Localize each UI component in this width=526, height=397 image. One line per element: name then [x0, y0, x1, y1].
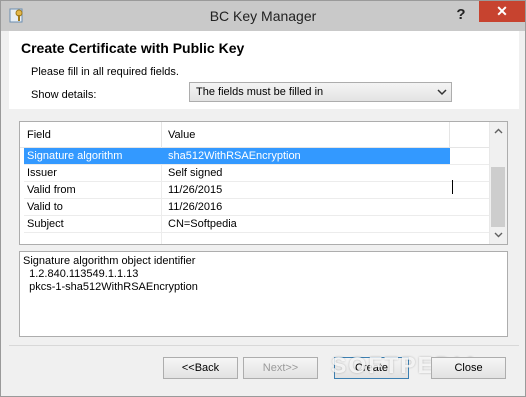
column-divider[interactable]	[161, 122, 162, 147]
row-field: Valid to	[27, 201, 63, 213]
table-row[interactable]: Valid from 11/26/2015	[24, 182, 450, 198]
help-button[interactable]: ?	[447, 5, 475, 25]
page-subtitle: Please fill in all required fields.	[31, 66, 179, 78]
scroll-up-icon[interactable]	[494, 127, 503, 136]
chevron-down-icon	[437, 89, 447, 96]
vertical-scrollbar[interactable]	[489, 122, 507, 244]
detail-line: Signature algorithm object identifier	[23, 255, 196, 267]
next-button[interactable]: Next>>	[243, 357, 318, 379]
row-field: Subject	[27, 218, 64, 230]
column-divider[interactable]	[449, 122, 450, 147]
table-row[interactable]: Valid to 11/26/2016	[24, 199, 450, 215]
close-button[interactable]: Close	[431, 357, 506, 379]
show-details-value: The fields must be filled in	[196, 86, 324, 98]
title-bar[interactable]: BC Key Manager ? ✕	[1, 1, 525, 31]
row-value: sha512WithRSAEncryption	[168, 150, 301, 162]
show-details-label: Show details:	[31, 89, 97, 101]
column-header-field[interactable]: Field	[27, 129, 51, 141]
wizard-header: Create Certificate with Public Key Pleas…	[9, 31, 519, 109]
row-divider	[24, 232, 490, 233]
table-row[interactable]: Signature algorithm sha512WithRSAEncrypt…	[24, 148, 450, 164]
row-value: 11/26/2015	[168, 184, 223, 196]
table-row[interactable]: Subject CN=Softpedia	[24, 216, 450, 232]
button-divider	[9, 345, 519, 346]
row-field: Valid from	[27, 184, 76, 196]
detail-line: pkcs-1-sha512WithRSAEncryption	[23, 281, 198, 293]
page-title: Create Certificate with Public Key	[21, 40, 245, 56]
table-row[interactable]: Issuer Self signed	[24, 165, 450, 181]
certificate-fields-table[interactable]: Field Value Signature algorithm sha512Wi…	[19, 121, 508, 245]
scrollbar-thumb[interactable]	[491, 167, 505, 227]
key-manager-window: BC Key Manager ? ✕ Create Certificate wi…	[0, 0, 526, 397]
window-close-button[interactable]: ✕	[479, 1, 525, 22]
detail-line: 1.2.840.113549.1.1.13	[23, 268, 139, 280]
column-header-value[interactable]: Value	[168, 129, 195, 141]
text-caret	[452, 180, 453, 194]
row-field: Issuer	[27, 167, 57, 179]
show-details-dropdown[interactable]: The fields must be filled in	[189, 82, 452, 102]
field-details-box[interactable]: Signature algorithm object identifier 1.…	[19, 251, 508, 337]
row-value: CN=Softpedia	[168, 218, 237, 230]
row-value: 11/26/2016	[168, 201, 223, 213]
back-button[interactable]: <<Back	[163, 357, 238, 379]
row-value: Self signed	[168, 167, 223, 179]
row-field: Signature algorithm	[27, 150, 123, 162]
scroll-down-icon[interactable]	[494, 230, 503, 239]
table-header: Field Value	[20, 122, 490, 148]
